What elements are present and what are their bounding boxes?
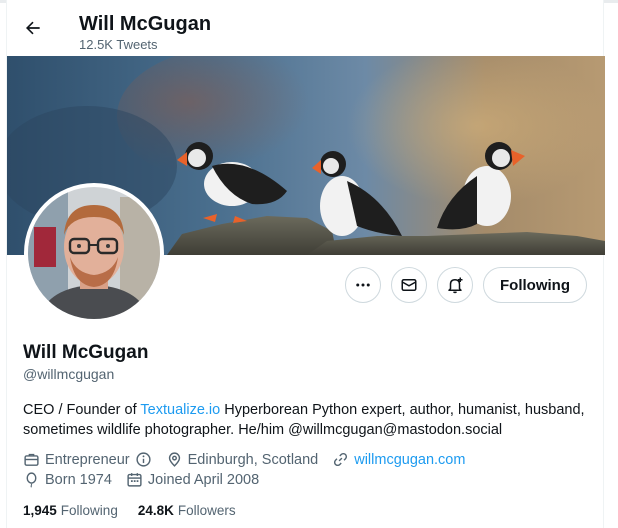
category-text: Entrepreneur (45, 451, 130, 468)
profile-stats: 1,945 Following 24.8K Followers (23, 503, 236, 518)
tweet-count: 12.5K Tweets (79, 37, 158, 52)
website-link[interactable]: willmcgugan.com (354, 452, 465, 468)
calendar-icon (127, 473, 142, 487)
header-title: Will McGugan (79, 13, 212, 35)
avatar[interactable] (24, 183, 164, 323)
profile-birthdate: Born 1974 (23, 471, 112, 488)
profile-header: Will McGugan 12.5K Tweets (7, 4, 605, 56)
location-pin-icon (168, 452, 180, 467)
back-arrow-icon (26, 21, 40, 35)
followers-stat[interactable]: 24.8K Followers (138, 503, 236, 518)
more-button[interactable] (345, 267, 382, 303)
followers-label: Followers (177, 503, 236, 518)
profile-meta-row-1: Entrepreneur Edinburgh, Scotland willmcg… (23, 451, 479, 468)
profile-bio: CEO / Founder of Textualize.io Hyperbore… (23, 400, 597, 440)
profile-name: Will McGugan (23, 342, 149, 363)
born-text: Born 1974 (45, 471, 112, 488)
bio-text-prefix: CEO / Founder of (23, 402, 141, 418)
mail-icon (401, 279, 417, 291)
message-button[interactable] (391, 267, 428, 303)
following-count: 1,945 (23, 503, 57, 518)
following-button[interactable]: Following (483, 267, 587, 303)
notification-bell-icon (448, 277, 463, 294)
location-text: Edinburgh, Scotland (187, 451, 319, 468)
avatar-image (28, 187, 160, 319)
bio-link[interactable]: Textualize.io (140, 402, 220, 418)
profile-category: Entrepreneur (23, 451, 152, 468)
link-icon (334, 452, 348, 467)
profile-website[interactable]: willmcgugan.com (332, 451, 465, 468)
profile-column: Will McGugan 12.5K Tweets Following Will… (6, 0, 605, 528)
joined-text: Joined April 2008 (147, 471, 260, 488)
info-icon[interactable] (135, 451, 152, 468)
profile-meta-row-2: Born 1974 Joined April 2008 (23, 471, 273, 488)
profile-handle: @willmcgugan (23, 366, 115, 382)
profile-joined: Joined April 2008 (126, 471, 259, 488)
briefcase-icon (24, 453, 39, 466)
profile-location: Edinburgh, Scotland (166, 451, 319, 468)
following-stat[interactable]: 1,945 Following (23, 503, 118, 518)
back-button[interactable] (19, 14, 47, 42)
following-label: Following (60, 503, 118, 518)
notifications-button[interactable] (437, 267, 474, 303)
more-icon (356, 283, 370, 287)
profile-actions: Following (345, 267, 587, 303)
followers-count: 24.8K (137, 503, 174, 518)
balloon-icon (26, 472, 37, 488)
